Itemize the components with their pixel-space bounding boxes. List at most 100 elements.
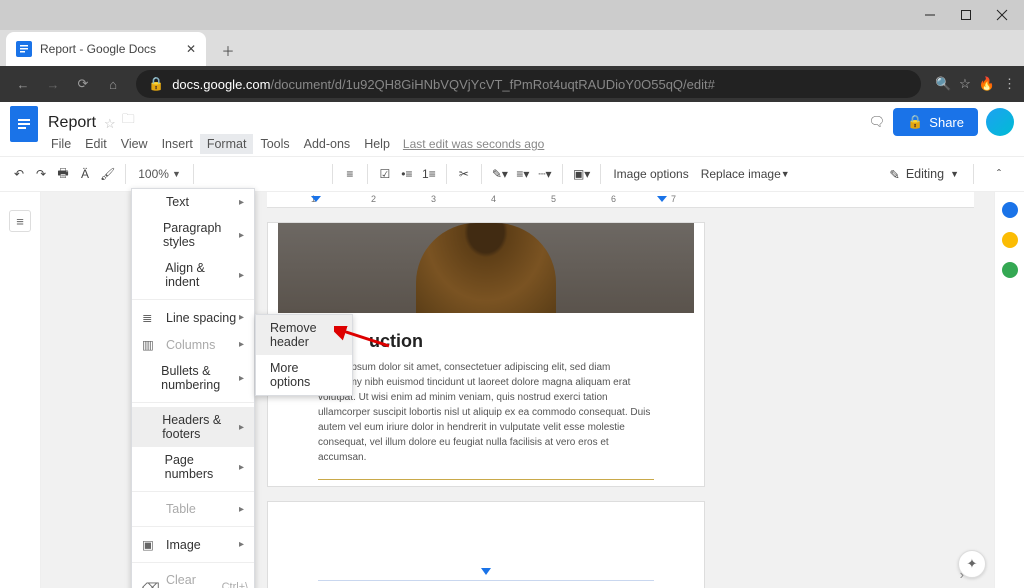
format-menu-item[interactable]: Headers & footers▸ [132, 407, 254, 447]
browser-tab[interactable]: Report - Google Docs ✕ [6, 32, 206, 66]
menu-edit[interactable]: Edit [78, 134, 114, 154]
line-icon: ≣ [142, 310, 158, 325]
submenu-arrow-icon: ▸ [239, 539, 244, 550]
share-button[interactable]: 🔒Share [893, 108, 978, 136]
remove-header-menuitem[interactable]: Remove header [256, 315, 352, 355]
more-options-menuitem[interactable]: More options [256, 355, 352, 395]
tab-close-icon[interactable]: ✕ [186, 42, 196, 56]
submenu-arrow-icon: ▸ [239, 312, 244, 323]
horizontal-ruler[interactable]: 1 2 3 4 5 6 7 [267, 192, 974, 208]
menu-insert[interactable]: Insert [155, 134, 200, 154]
border-style-button[interactable]: ┈▾ [534, 162, 556, 186]
paint-format-button[interactable]: 🖌 [96, 162, 119, 186]
replace-image-button[interactable]: Replace image ▼ [695, 162, 796, 186]
header-boundary-marker[interactable] [481, 568, 491, 575]
align-left-button[interactable]: ≡ [339, 162, 361, 186]
menu-format[interactable]: Format [200, 134, 254, 154]
lock-icon: 🔒 [148, 76, 164, 92]
new-tab-button[interactable]: ＋ [212, 34, 244, 66]
bulleted-list-button[interactable]: •≡ [396, 162, 418, 186]
tab-title: Report - Google Docs [40, 42, 156, 56]
bookmark-star-icon[interactable]: ☆ [959, 76, 971, 92]
tasks-addon-icon[interactable] [1002, 262, 1018, 278]
menu-tools[interactable]: Tools [253, 134, 296, 154]
undo-button[interactable]: ↶ [8, 162, 30, 186]
docs-header: Report ☆ 🗀 🗨 🔒Share [0, 102, 1024, 132]
reload-button[interactable]: ⟳ [68, 69, 98, 99]
format-menu-item[interactable]: ≣Line spacing▸ [132, 304, 254, 331]
document-body-text[interactable]: Lorem ipsum dolor sit amet, consectetuer… [318, 360, 654, 465]
menu-file[interactable]: File [44, 134, 78, 154]
submenu-arrow-icon: ▸ [239, 270, 244, 281]
zoom-select[interactable]: 100%▼ [132, 167, 187, 181]
calendar-addon-icon[interactable] [1002, 202, 1018, 218]
menu-help[interactable]: Help [357, 134, 397, 154]
docs-logo-icon[interactable] [10, 106, 38, 142]
home-button[interactable]: ⌂ [98, 69, 128, 99]
format-menu-item[interactable]: Table▸ [132, 496, 254, 522]
back-button[interactable]: ← [8, 69, 38, 99]
document-heading[interactable]: Introduction [318, 331, 654, 352]
format-menu-dropdown: Text▸Paragraph styles▸Align & indent▸ ≣Li… [131, 188, 255, 588]
url-path: /document/d/1u92QH8GiHNbVQVjYcVT_fPmRot4… [270, 77, 714, 92]
border-weight-button[interactable]: ≡▾ [512, 162, 534, 186]
last-edit-link[interactable]: Last edit was seconds ago [403, 137, 544, 151]
menu-addons[interactable]: Add-ons [297, 134, 358, 154]
spellcheck-button[interactable]: Ӓ [74, 162, 96, 186]
side-panel [994, 192, 1024, 588]
menu-view[interactable]: View [114, 134, 155, 154]
google-docs-frame: Report ☆ 🗀 🗨 🔒Share File Edit View Inser… [0, 102, 1024, 588]
format-menu-item[interactable]: Text▸ [132, 189, 254, 215]
move-folder-icon[interactable]: 🗀 [122, 110, 135, 132]
star-icon[interactable]: ☆ [104, 116, 116, 132]
ruler-tick: 6 [611, 194, 616, 204]
indent-marker-right[interactable] [657, 196, 667, 202]
window-minimize-button[interactable] [912, 2, 948, 28]
document-page[interactable]: Header ▭ ▭ ▭ Options ▾ Lorem ipsum Lorem… [267, 501, 705, 588]
crop-button[interactable]: ✂ [453, 162, 475, 186]
window-close-button[interactable] [984, 2, 1020, 28]
document-title-input[interactable]: Report [48, 114, 96, 132]
submenu-arrow-icon: ▸ [239, 197, 244, 208]
header-separator [318, 580, 654, 581]
redo-button[interactable]: ↷ [30, 162, 52, 186]
ruler-tick: 3 [431, 194, 436, 204]
image-options-button[interactable]: Image options [607, 162, 694, 186]
submenu-arrow-icon: ▸ [239, 422, 244, 433]
numbered-list-button[interactable]: 1≡ [418, 162, 440, 186]
format-menu-item[interactable]: ⌫Clear formattingCtrl+\ [132, 567, 254, 588]
comment-history-icon[interactable]: 🗨 [869, 114, 886, 130]
image-position-button[interactable]: ▣▾ [569, 162, 594, 186]
format-menu-item[interactable]: ▥Columns▸ [132, 331, 254, 358]
docs-favicon [16, 41, 32, 57]
checklist-button[interactable]: ☑ [374, 162, 396, 186]
keep-addon-icon[interactable] [1002, 232, 1018, 248]
extension-icon[interactable]: 🔥 [979, 76, 995, 92]
collapse-toolbar-button[interactable]: ˆ [988, 162, 1010, 186]
ruler-tick: 7 [671, 194, 676, 204]
url-input[interactable]: 🔒 docs.google.com/document/d/1u92QH8GiHN… [136, 70, 921, 98]
border-color-button[interactable]: ✎▾ [488, 162, 512, 186]
editing-mode-button[interactable]: ✎Editing▼ [889, 167, 959, 182]
url-host: docs.google.com [172, 77, 270, 92]
forward-button[interactable]: → [38, 69, 68, 99]
browser-menu-icon[interactable]: ⋮ [1003, 76, 1016, 92]
inserted-image[interactable] [278, 223, 694, 313]
ruler-tick: 2 [371, 194, 376, 204]
indent-marker-left[interactable] [311, 196, 321, 202]
window-maximize-button[interactable] [948, 2, 984, 28]
format-menu-item[interactable]: ▣Image▸ [132, 531, 254, 558]
format-menu-item[interactable]: Page numbers▸ [132, 447, 254, 487]
format-menu-item[interactable]: Paragraph styles▸ [132, 215, 254, 255]
submenu-arrow-icon: ▸ [239, 373, 244, 384]
window-titlebar [0, 0, 1024, 30]
format-menu-item[interactable]: Align & indent▸ [132, 255, 254, 295]
format-menu-item[interactable]: Bullets & numbering▸ [132, 358, 254, 398]
pencil-icon: ✎ [889, 167, 899, 182]
lens-icon[interactable]: 🔍 [935, 76, 951, 92]
explore-button[interactable]: ✦ [958, 550, 986, 578]
lock-icon: 🔒 [907, 114, 923, 130]
outline-toggle-button[interactable]: ≡ [9, 210, 31, 232]
print-button[interactable]: 🖶 [52, 162, 74, 186]
account-avatar[interactable] [986, 108, 1014, 136]
